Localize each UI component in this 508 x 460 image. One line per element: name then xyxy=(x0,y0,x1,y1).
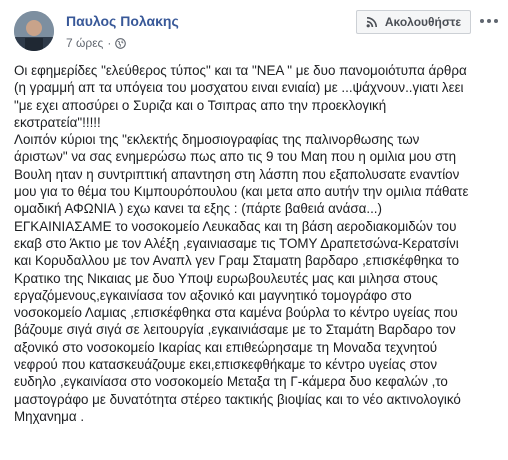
post-text-line: και Κορυδαλλου με τον Αναπλ γεν Γραμ Στα… xyxy=(14,253,460,269)
post-text-line: εργαζόμενους,εγκαινίασα τον αξονικό και … xyxy=(14,287,412,303)
rss-follow-icon xyxy=(366,17,377,28)
post-text-line: αξονικό στο νοσοκομείο Ικαρίας και επιθε… xyxy=(14,339,438,355)
author-avatar[interactable] xyxy=(14,11,54,51)
facebook-post: Παυλος Πολακης 7 ώρες · Ακολουθήστε Οι ε… xyxy=(0,0,508,460)
post-text-line: εκαβ στο Άκτιο με τον Αλέξη ,εγαινιασαμε… xyxy=(14,235,459,251)
post-text-line: άριστων" να σας ενημερώσω πως απο τις 9 … xyxy=(14,149,457,165)
post-text-line: μου για το θέμα του Κιμπουρόπουλου (και … xyxy=(14,184,469,200)
post-text-line: "με εχει αποσύρει ο Συριζα και ο Τσιπρας… xyxy=(14,97,387,113)
post-text-line: Μηχανημα . xyxy=(14,408,85,424)
post-text-line: νοσοκομείο Λαμιας ,επισκέφθηκα στα καμέν… xyxy=(14,305,458,321)
post-text-line: (η γραμμή απ τα υπόγεια του μοσχατου ειν… xyxy=(14,80,464,96)
follow-button[interactable]: Ακολουθήστε xyxy=(356,10,471,34)
public-audience-icon[interactable] xyxy=(115,37,127,49)
post-body: Οι εφημερίδες "ελεύθερος τύπος" και τα "… xyxy=(14,62,506,425)
post-text-line: εκστρατεία"!!!!! xyxy=(14,114,101,130)
more-options-icon[interactable] xyxy=(478,13,500,29)
post-text-line: μαστογράφο με δυνατότητα στέρεο τακτικής… xyxy=(14,391,461,407)
post-text-line: Οι εφημερίδες "ελεύθερος τύπος" και τα "… xyxy=(14,63,467,78)
avatar-photo xyxy=(14,11,54,51)
post-text-line: ομαδική ΑΦΩΝΙΑ ) εχω κανει τα εξης : (πά… xyxy=(14,201,382,217)
meta-separator: · xyxy=(107,36,112,50)
post-timestamp[interactable]: 7 ώρες xyxy=(66,36,103,50)
post-text-line: νεφρού που κατασκευάζουμε εκει,επισκεφθή… xyxy=(14,357,438,373)
post-meta: 7 ώρες · xyxy=(66,36,127,50)
post-text-line: ευδηλο ,εγκαινίασα στο νοσοκομείο Μεταξα… xyxy=(14,374,448,390)
post-text-line: Βουλη ηταν η συντριπτική απαντηση στη λά… xyxy=(14,166,460,182)
post-text-line: Κρατικο της Νικαιας με δυο Υποψ ευρωβουλ… xyxy=(14,270,438,286)
post-text-line: βάζουμε σιγά σιγά σε λειτουργία ,εγκαινι… xyxy=(14,322,456,338)
author-name[interactable]: Παυλος Πολακης xyxy=(66,13,179,29)
post-text-line: Λοιπόν κύριοι της "εκλεκτής δημοσιογραφί… xyxy=(14,132,420,148)
post-text-line: ΕΓΚΑΙΝΙΑΣΑΜΕ το νοσοκομείο Λευκαδας και … xyxy=(14,218,457,234)
follow-button-label: Ακολουθήστε xyxy=(384,15,462,29)
